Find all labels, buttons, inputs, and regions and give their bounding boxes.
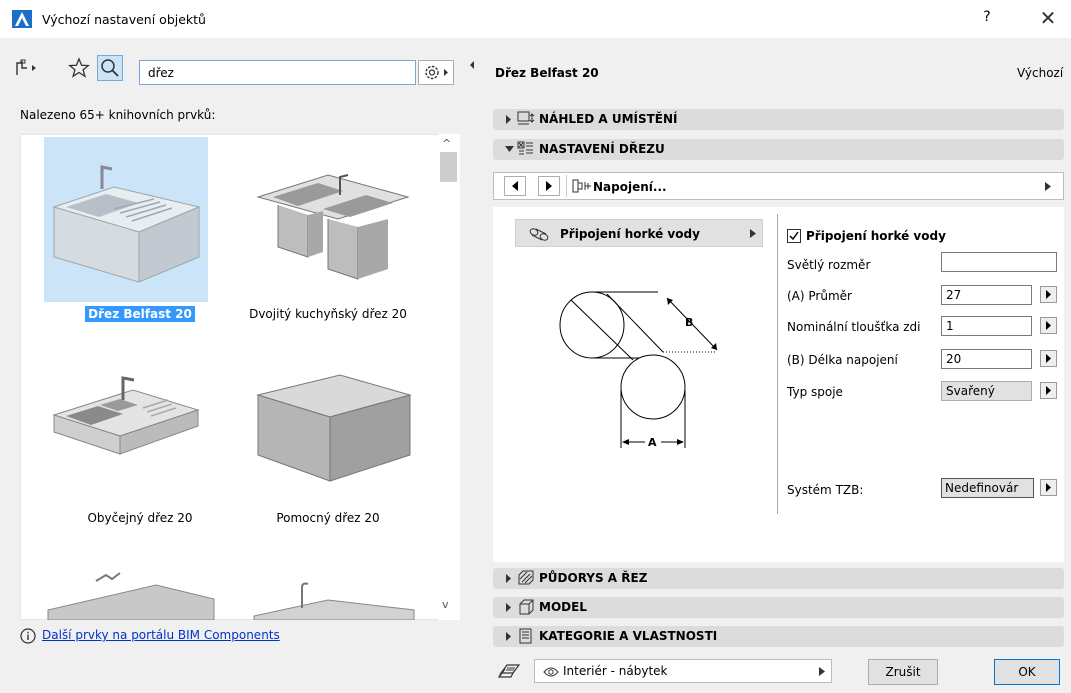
connection-length-label: (B) Délka napojení xyxy=(787,353,898,367)
cancel-button[interactable]: Zrušit xyxy=(868,659,938,685)
archicad-app-icon xyxy=(12,10,32,28)
library-item-auxiliary-sink[interactable]: Pomocný dřez 20 xyxy=(228,345,428,535)
expand-arrow-icon xyxy=(506,115,511,124)
mep-system-select[interactable]: Nedefinovár xyxy=(941,478,1034,498)
item-label: Obyčejný dřez 20 xyxy=(87,511,193,525)
section-label: NASTAVENÍ DŘEZU xyxy=(539,142,665,156)
item-label: Dřez Belfast 20 xyxy=(85,306,195,322)
dropdown-arrow-icon xyxy=(750,229,756,238)
dropdown-arrow-icon xyxy=(1045,182,1051,191)
item-label: Pomocný dřez 20 xyxy=(276,511,380,525)
connection-icon xyxy=(572,179,591,193)
section-label: PŮDORYS A ŘEZ xyxy=(539,571,648,585)
clear-size-field[interactable] xyxy=(941,252,1057,272)
item-label: Dvojitý kuchyňský dřez 20 xyxy=(249,307,407,321)
collapse-pane-arrow-icon[interactable] xyxy=(468,60,476,70)
current-panel-label: Napojení... xyxy=(593,180,667,194)
object-name: Dřez Belfast 20 xyxy=(495,66,599,80)
default-label: Výchozí xyxy=(1017,66,1064,80)
close-button[interactable]: ✕ xyxy=(1030,6,1066,32)
diagram-label-b: B xyxy=(685,316,693,329)
collapse-arrow-icon xyxy=(505,146,514,152)
dropdown-label: Připojení horké vody xyxy=(560,227,700,241)
search-input[interactable] xyxy=(140,61,415,84)
results-count-label: Nalezeno 65+ knihovních prvků: xyxy=(20,108,216,122)
panel-separator xyxy=(777,214,778,514)
favorites-star-icon[interactable] xyxy=(68,57,90,79)
sink-thumbnail-belfast xyxy=(52,165,201,283)
connection-length-arrow-button[interactable] xyxy=(1040,350,1057,367)
section-label: MODEL xyxy=(539,600,587,614)
layer-select-dropdown[interactable]: Interiér - nábytek xyxy=(534,659,832,683)
diameter-field[interactable]: 27 xyxy=(941,285,1032,305)
joint-type-arrow-button[interactable] xyxy=(1040,382,1057,399)
joint-type-select[interactable]: Svařený xyxy=(941,381,1032,401)
parameters-icon xyxy=(517,141,533,155)
dropdown-arrow-icon xyxy=(819,667,825,676)
grid-scrollbar[interactable] xyxy=(438,134,460,620)
diagram-label-a: A xyxy=(648,436,657,449)
section-model[interactable]: MODEL xyxy=(493,597,1064,618)
section-floorplan-section[interactable]: PŮDORYS A ŘEZ xyxy=(493,568,1064,589)
expand-arrow-icon xyxy=(506,632,511,641)
pipe-connection-diagram: B A xyxy=(559,291,718,449)
search-mode-icon[interactable] xyxy=(97,55,123,81)
hot-water-checkbox-label: Připojení horké vody xyxy=(806,229,946,243)
hot-water-connection-dropdown[interactable]: Připojení horké vody xyxy=(515,219,763,247)
floorplan-icon xyxy=(518,570,534,585)
scroll-down-arrow-icon[interactable]: v xyxy=(442,598,449,611)
search-field[interactable] xyxy=(139,60,416,85)
next-panel-button[interactable] xyxy=(538,176,560,196)
section-preview-placement[interactable]: NÁHLED A UMÍSTĚNÍ xyxy=(493,109,1064,130)
info-icon xyxy=(20,628,36,644)
wall-thickness-arrow-button[interactable] xyxy=(1040,317,1057,334)
mep-system-label: Systém TZB: xyxy=(787,483,864,497)
sink-thumbnail-partial-1 xyxy=(47,572,215,620)
settings-gear-button[interactable] xyxy=(418,60,454,85)
layer-label: Interiér - nábytek xyxy=(563,664,668,678)
ok-button[interactable]: OK xyxy=(994,659,1060,685)
diameter-arrow-button[interactable] xyxy=(1040,286,1057,303)
hot-water-checkbox[interactable] xyxy=(787,229,801,243)
pane-splitter[interactable] xyxy=(470,38,482,693)
connection-length-field[interactable]: 20 xyxy=(941,349,1032,369)
properties-list-icon xyxy=(519,628,532,644)
mep-system-arrow-button[interactable] xyxy=(1040,479,1057,496)
section-label: NÁHLED A UMÍSTĚNÍ xyxy=(539,112,678,126)
wall-thickness-label: Nominální tloušťka zdi xyxy=(787,320,921,334)
pipe-icon xyxy=(529,228,549,241)
section-category-properties[interactable]: KATEGORIE A VLASTNOSTI xyxy=(493,626,1064,647)
clear-size-label: Světlý rozměr xyxy=(787,258,871,272)
section-label: KATEGORIE A VLASTNOSTI xyxy=(539,629,718,643)
diameter-label: (A) Průměr xyxy=(787,289,852,303)
expand-arrow-icon xyxy=(506,603,511,612)
preview-icon xyxy=(517,111,535,125)
sink-thumbnail-double xyxy=(256,174,410,280)
window-title: Výchozí nastavení objektů xyxy=(42,12,206,27)
expand-arrow-icon xyxy=(506,574,511,583)
library-item-ordinary-sink[interactable]: Obyčejný dřez 20 xyxy=(40,345,240,535)
visibility-eye-icon xyxy=(543,667,559,677)
section-sink-settings[interactable]: NASTAVENÍ DŘEZU xyxy=(493,139,1064,160)
bim-components-link[interactable]: Další prvky na portálu BIM Components xyxy=(42,628,280,642)
layer-icon[interactable] xyxy=(497,661,521,681)
sink-thumbnail-ordinary xyxy=(52,376,200,455)
model-cube-icon xyxy=(519,599,534,615)
library-item-belfast[interactable]: Dřez Belfast 20 xyxy=(40,137,240,337)
sink-thumbnail-auxiliary xyxy=(256,374,412,482)
panel-navigator: Napojení... xyxy=(493,172,1064,200)
folder-tree-icon[interactable] xyxy=(14,57,36,79)
library-item-double-sink[interactable]: Dvojitý kuchyňský dřez 20 xyxy=(228,137,428,337)
bim-components-link-row: Další prvky na portálu BIM Components xyxy=(20,628,280,644)
previous-panel-button[interactable] xyxy=(504,176,526,196)
wall-thickness-field[interactable]: 1 xyxy=(941,316,1032,336)
help-button[interactable]: ? xyxy=(972,9,1002,31)
joint-type-label: Typ spoje xyxy=(787,385,843,399)
sink-thumbnail-partial-2 xyxy=(253,582,415,620)
panel-select-dropdown[interactable]: Napojení... xyxy=(566,175,1056,197)
scroll-up-arrow-icon[interactable]: ^ xyxy=(442,137,451,150)
scrollbar-thumb[interactable] xyxy=(440,152,457,182)
